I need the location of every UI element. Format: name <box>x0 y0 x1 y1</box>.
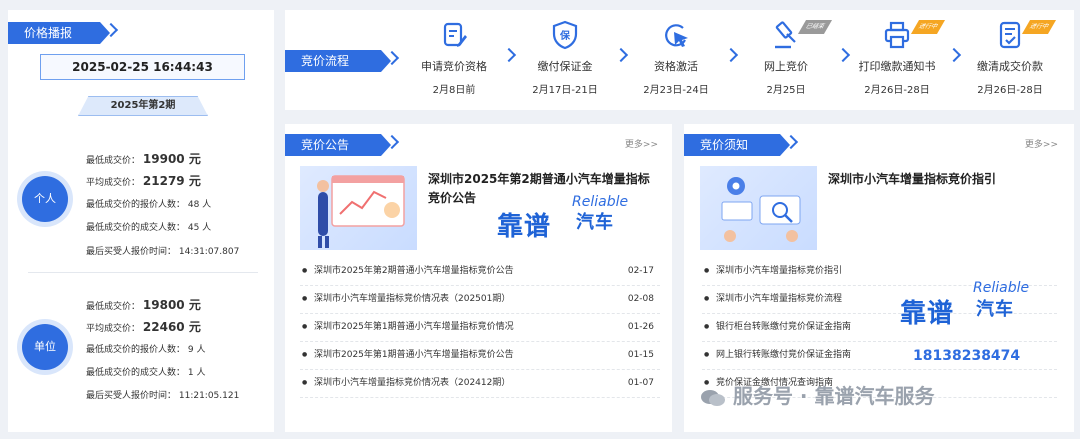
item-title: 深圳市小汽车增量指标竞价情况表（202412期） <box>314 378 511 388</box>
step-pay-deposit[interactable]: 保 缴付保证金 2月17日-21日 <box>517 20 613 96</box>
watermark-brand-cn: 靠谱 <box>900 299 955 329</box>
personal-average-price: 平均成交价： 21279 元 <box>86 172 201 189</box>
checklist-icon <box>995 20 1025 50</box>
printer-icon <box>882 20 912 50</box>
status-tag-ongoing: 进行中 <box>910 20 946 34</box>
guide-headline[interactable]: 深圳市小汽车增量指标竞价指引 <box>828 170 1058 189</box>
step-apply-qualification[interactable]: 申请竞价资格 2月8日前 <box>406 20 502 96</box>
notice-illustration <box>300 166 417 250</box>
broadcast-datetime: 2025-02-25 16:44:43 <box>40 54 245 80</box>
step-activate-qualification[interactable]: 资格激活 2月23日-24日 <box>628 20 724 96</box>
price-broadcast-panel: 价格播报 2025-02-25 16:44:43 2025年第2期 个人 最低成… <box>8 10 274 432</box>
step-name: 打印缴款通知书 <box>858 60 936 73</box>
bidding-notice-tag: 竞价公告 <box>285 134 391 156</box>
bidding-guide-tag: 竞价须知 <box>684 134 790 156</box>
list-item[interactable]: 深圳市2025年第1期普通小汽车增量指标竞价公告 01-15 <box>300 342 660 370</box>
step-print-payment-notice[interactable]: 进行中 打印缴款通知书 2月26日-28日 <box>849 20 946 96</box>
footer-watermark: 服务号 · 靠谱汽车服务 <box>700 380 935 409</box>
personal-badge: 个人 <box>22 176 68 222</box>
personal-lowest-value: 19900 元 <box>142 152 201 166</box>
company-lowest-bidders: 最低成交价的报价人数： 9 人 <box>86 345 206 355</box>
gavel-icon <box>771 20 801 50</box>
watermark-brand-en: Reliable <box>973 280 1030 296</box>
guide-list: 深圳市小汽车增量指标竞价指引 深圳市小汽车增量指标竞价流程 银行柜台转账缴付竞价… <box>702 258 1057 398</box>
personal-lowest-deals: 最低成交价的成交人数： 45 人 <box>86 223 212 233</box>
chevron-right-icon <box>723 47 739 63</box>
company-last-time: 最后买受人报价时间： 11:21:05.121 <box>86 391 240 401</box>
shield-guarantee-icon: 保 <box>550 20 580 50</box>
wechat-icon <box>700 388 726 408</box>
status-tag-ended: 已结束 <box>797 20 833 34</box>
stats-divider <box>28 272 258 273</box>
svg-text:保: 保 <box>559 29 571 42</box>
guide-illustration <box>700 166 817 250</box>
chevron-right-icon <box>613 47 629 63</box>
item-title: 深圳市小汽车增量指标竞价情况表（202501期） <box>314 294 511 304</box>
chevron-right-icon <box>946 47 962 63</box>
guide-more-link[interactable]: 更多>> <box>1025 137 1058 150</box>
item-date: 01-07 <box>627 378 654 388</box>
company-lowest-value: 19800 元 <box>142 298 201 312</box>
step-online-bidding[interactable]: 已结束 网上竞价 2月25日 <box>738 20 834 96</box>
company-avg-label: 平均成交价： <box>86 324 141 334</box>
company-lowest-deals: 最低成交价的成交人数： 1 人 <box>86 368 206 378</box>
company-lowest-price: 最低成交价： 19800 元 <box>86 296 201 313</box>
period-label: 2025年第2期 <box>78 96 208 116</box>
list-item[interactable]: 深圳市小汽车增量指标竞价情况表（202412期） 01-07 <box>300 370 660 398</box>
company-lowest-label: 最低成交价： <box>86 302 141 312</box>
watermark-brand-cn2: 汽车 <box>576 212 614 233</box>
step-name: 网上竞价 <box>764 60 808 73</box>
step-date: 2月8日前 <box>432 85 476 96</box>
company-average-price: 平均成交价： 22460 元 <box>86 318 201 335</box>
chevron-right-icon <box>501 47 517 63</box>
item-date: 01-15 <box>627 350 654 360</box>
status-tag-ongoing: 进行中 <box>1021 20 1057 34</box>
personal-lowest-bidders: 最低成交价的报价人数： 48 人 <box>86 200 212 210</box>
edit-document-icon <box>439 20 469 50</box>
price-broadcast-tag: 价格播报 <box>8 22 110 44</box>
step-name: 缴付保证金 <box>537 60 593 73</box>
company-badge: 单位 <box>22 324 68 370</box>
step-name: 资格激活 <box>654 60 698 73</box>
list-item[interactable]: 深圳市2025年第2期普通小汽车增量指标竞价公告 02-17 <box>300 258 660 286</box>
item-title: 深圳市小汽车增量指标竞价流程 <box>716 294 843 304</box>
watermark-phone: 18138238474 <box>913 348 1021 364</box>
personal-avg-value: 21279 元 <box>142 174 201 188</box>
personal-lowest-label: 最低成交价： <box>86 156 141 166</box>
step-date: 2月25日 <box>766 85 806 96</box>
footer-text: 服务号 · 靠谱汽车服务 <box>732 384 935 408</box>
item-title: 深圳市2025年第1期普通小汽车增量指标竞价公告 <box>314 350 514 360</box>
step-date: 2月17日-21日 <box>532 85 598 96</box>
step-date: 2月23日-24日 <box>643 85 709 96</box>
step-name: 申请竞价资格 <box>421 60 487 73</box>
personal-avg-label: 平均成交价： <box>86 178 141 188</box>
personal-lowest-price: 最低成交价： 19900 元 <box>86 150 201 167</box>
item-title: 深圳市2025年第1期普通小汽车增量指标竞价情况 <box>314 322 514 332</box>
watermark-brand-cn: 靠谱 <box>497 212 552 242</box>
item-date: 02-08 <box>627 294 654 304</box>
item-title: 网上银行转账缴付竞价保证金指南 <box>716 350 852 360</box>
list-item[interactable]: 深圳市小汽车增量指标竞价情况表（202501期） 02-08 <box>300 286 660 314</box>
bidding-process-panel: 竞价流程 申请竞价资格 2月8日前 保 缴付保证金 2月17日-21日 资格激活… <box>285 10 1074 110</box>
item-title: 深圳市小汽车增量指标竞价指引 <box>716 266 843 276</box>
item-title: 银行柜台转账缴付竞价保证金指南 <box>716 322 852 332</box>
cursor-click-icon <box>661 20 691 50</box>
bidding-notice-panel: 竞价公告 更多>> 深圳市2025年第2期普通小汽车增量指标竞价公告 深圳市20… <box>285 124 672 432</box>
notice-list: 深圳市2025年第2期普通小汽车增量指标竞价公告 02-17 深圳市小汽车增量指标… <box>300 258 660 398</box>
step-date: 2月26日-28日 <box>864 85 930 96</box>
watermark-brand-cn2: 汽车 <box>976 299 1014 320</box>
item-date: 01-26 <box>627 322 654 332</box>
step-date: 2月26日-28日 <box>977 85 1043 96</box>
personal-last-time: 最后买受人报价时间： 14:31:07.807 <box>86 247 240 257</box>
item-title: 深圳市2025年第2期普通小汽车增量指标竞价公告 <box>314 266 514 276</box>
item-date: 02-17 <box>627 266 654 276</box>
list-item[interactable]: 深圳市2025年第1期普通小汽车增量指标竞价情况 01-26 <box>300 314 660 342</box>
step-name: 缴清成交价款 <box>977 60 1043 73</box>
bidding-process-tag: 竞价流程 <box>285 50 391 72</box>
chevron-right-icon <box>835 47 851 63</box>
step-pay-final-price[interactable]: 进行中 缴清成交价款 2月26日-28日 <box>962 20 1058 96</box>
company-avg-value: 22460 元 <box>142 320 201 334</box>
notice-more-link[interactable]: 更多>> <box>625 137 658 150</box>
